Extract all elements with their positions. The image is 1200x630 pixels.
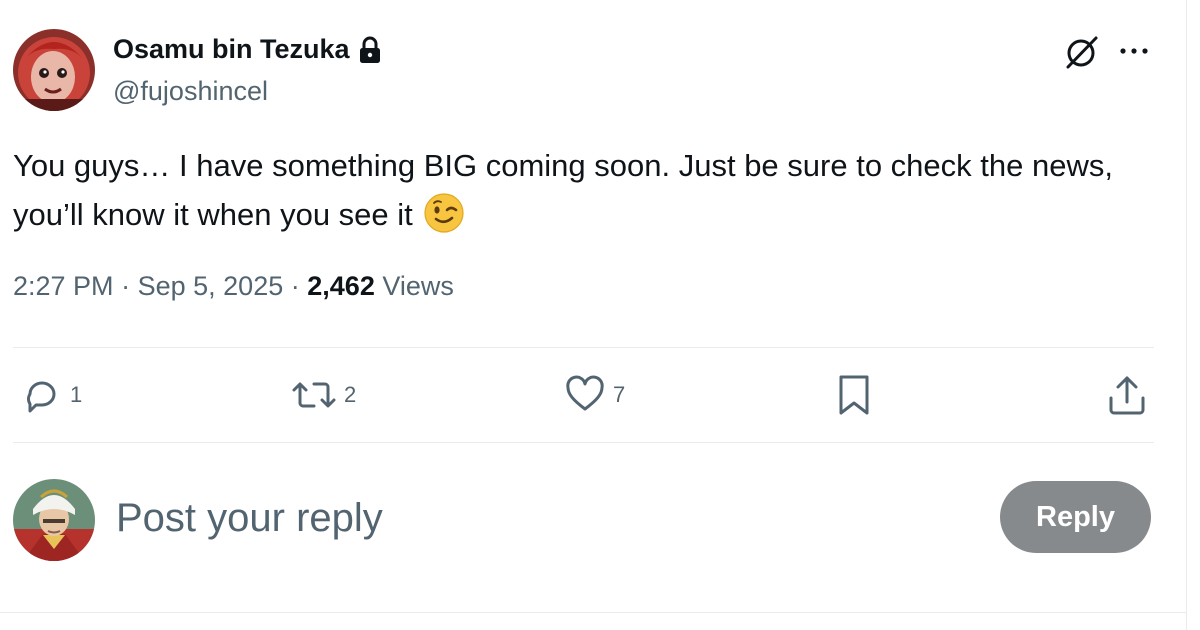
winking-face-emoji-icon [423, 192, 465, 234]
like-action-button[interactable]: 7 [563, 372, 625, 418]
divider-bottom [13, 442, 1154, 443]
meta-separator-2: · [290, 271, 300, 301]
repost-action-button[interactable]: 2 [290, 372, 356, 418]
repost-count: 2 [344, 382, 357, 407]
tweet-time[interactable]: 2:27 PM [13, 271, 114, 301]
bookmark-icon [834, 372, 874, 418]
reply-input[interactable] [116, 490, 936, 546]
heart-icon [563, 373, 607, 417]
tweet-meta: 2:27 PM · Sep 5, 2025 · 2,462 Views [13, 271, 454, 302]
more-options-icon[interactable] [1116, 38, 1152, 64]
tweet-date[interactable]: Sep 5, 2025 [138, 271, 284, 301]
repost-icon [290, 373, 338, 417]
reply-button[interactable]: Reply [1000, 481, 1151, 553]
bookmark-action-button[interactable] [834, 372, 874, 418]
meta-separator: · [121, 271, 131, 301]
author-handle[interactable]: @fujoshincel [113, 76, 268, 107]
reply-icon [20, 373, 64, 417]
reply-action-button[interactable]: 1 [20, 372, 82, 418]
reply-count: 1 [70, 382, 83, 407]
views-label: Views [382, 271, 454, 301]
tweet-detail-page: Osamu bin Tezuka @fujoshincel You guys… … [0, 0, 1200, 630]
column-border [1186, 0, 1187, 630]
share-action-button[interactable] [1105, 372, 1149, 418]
section-border [0, 612, 1186, 613]
tweet-body: You guys… I have something BIG coming so… [13, 148, 1113, 232]
tweet-text: You guys… I have something BIG coming so… [13, 141, 1163, 239]
author-avatar[interactable] [13, 29, 95, 111]
lock-icon [358, 36, 382, 64]
current-user-avatar[interactable] [13, 479, 95, 561]
author-name[interactable]: Osamu bin Tezuka [113, 34, 382, 65]
grok-icon[interactable] [1063, 33, 1101, 71]
divider-top [13, 347, 1154, 348]
views-count: 2,462 [307, 271, 375, 301]
like-count: 7 [613, 382, 626, 407]
author-display-name[interactable]: Osamu bin Tezuka [113, 34, 350, 65]
share-icon [1105, 372, 1149, 418]
